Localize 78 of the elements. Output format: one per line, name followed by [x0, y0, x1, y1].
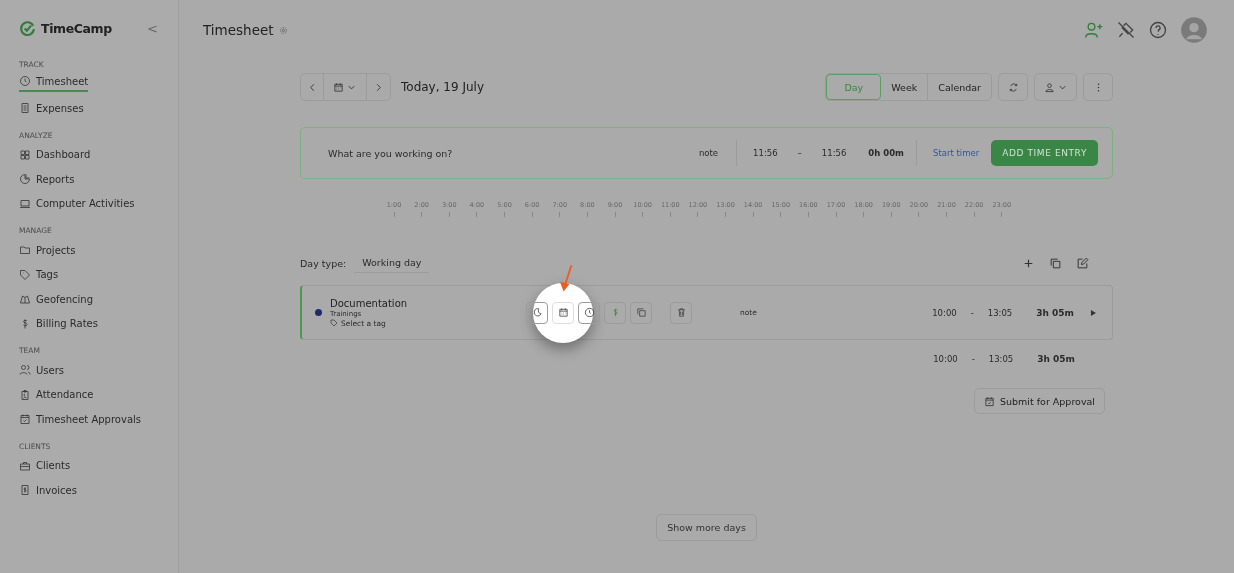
duration: 3h 05m — [1036, 307, 1074, 318]
duration: 0h 00m — [868, 148, 904, 158]
sidebar-item[interactable]: Timesheet — [19, 72, 89, 92]
edit-icon[interactable] — [1076, 256, 1089, 270]
task-name[interactable]: Documentation — [330, 297, 526, 309]
task-input[interactable]: What are you working on? — [326, 146, 687, 160]
play-icon[interactable] — [1088, 307, 1098, 318]
nav-icon — [19, 388, 31, 401]
nav-icon — [19, 484, 31, 497]
refresh-button[interactable] — [998, 73, 1028, 101]
time-dash: - — [970, 307, 974, 318]
sidebar-item[interactable]: Geofencing — [19, 287, 93, 312]
page-title: Timesheet — [203, 22, 274, 38]
copy-button[interactable] — [630, 301, 652, 324]
nav-icon — [19, 293, 31, 306]
nav-icon — [19, 173, 31, 186]
copy-icon[interactable] — [1049, 256, 1062, 270]
sidebar-item[interactable]: Expenses — [19, 96, 84, 121]
clock-icon — [583, 307, 595, 318]
logo-icon — [19, 19, 36, 37]
nav-icon — [19, 102, 31, 115]
sidebar-item[interactable]: Computer Activities — [19, 191, 135, 216]
view-tab[interactable]: Week — [881, 74, 929, 100]
nav-icon — [19, 148, 31, 161]
trash-button[interactable] — [670, 301, 692, 324]
day-type-select[interactable]: Working day — [354, 253, 430, 273]
sidebar-item[interactable]: Invoices — [19, 478, 77, 503]
nav-icon — [19, 459, 31, 472]
help-icon[interactable] — [1148, 20, 1168, 40]
calendar-icon — [557, 307, 569, 318]
nav-icon — [19, 75, 31, 87]
sidebar-item[interactable]: Attendance — [19, 382, 94, 407]
start-time[interactable]: 10:00 — [932, 307, 957, 318]
total-duration: 3h 05m — [1037, 354, 1075, 364]
sidebar-item[interactable]: Reports — [19, 167, 75, 192]
trash-icon — [675, 307, 687, 318]
end-time[interactable]: 13:05 — [987, 307, 1013, 318]
clock-button[interactable] — [578, 301, 600, 324]
avatar-icon[interactable] — [1180, 16, 1208, 44]
start-time[interactable]: 11:56 — [753, 148, 778, 158]
calendar-button[interactable] — [552, 301, 574, 324]
note-field[interactable]: note — [698, 148, 719, 158]
sidebar-item[interactable]: Tags — [19, 262, 59, 287]
time-dash: - — [971, 354, 975, 364]
add-user-icon[interactable] — [1084, 20, 1104, 40]
sidebar-item[interactable]: Users — [19, 358, 64, 383]
current-date: Today, 19 July — [401, 80, 484, 94]
time-dash: – — [797, 148, 802, 158]
nav-icon — [19, 244, 31, 257]
tag-icon — [330, 319, 338, 327]
settings-icon[interactable] — [278, 25, 288, 35]
user-icon — [1043, 81, 1055, 93]
calendar-check-icon — [984, 395, 996, 407]
total-end: 13:05 — [988, 354, 1014, 364]
day-type-label: Day type: — [300, 257, 347, 269]
app-logo: TimeCamp — [41, 20, 112, 36]
nav-icon — [19, 268, 31, 281]
copy-icon — [635, 307, 647, 318]
show-more-days-button[interactable]: Show more days — [656, 514, 757, 541]
sidebar-item[interactable]: Billing Rates — [19, 311, 98, 336]
sidebar-item[interactable]: Dashboard — [19, 142, 91, 167]
nav-icon — [19, 197, 31, 210]
sidebar-item[interactable]: Projects — [19, 238, 76, 263]
end-time[interactable]: 11:56 — [821, 148, 847, 158]
moon-icon — [531, 307, 543, 318]
user-filter-button[interactable] — [1034, 73, 1077, 101]
total-start: 10:00 — [933, 354, 958, 364]
refresh-icon — [1007, 81, 1019, 93]
pointer-arrow — [557, 263, 575, 294]
sidebar-item[interactable]: Timesheet Approvals — [19, 407, 141, 432]
calendar-icon — [333, 81, 344, 93]
nav-icon — [19, 413, 31, 426]
nav-icon — [19, 364, 31, 377]
plug-icon[interactable] — [1116, 20, 1136, 40]
add-time-entry-button[interactable]: ADD TIME ENTRY — [991, 140, 1098, 166]
sidebar-item[interactable]: Clients — [19, 453, 71, 478]
view-tab[interactable]: Calendar — [928, 74, 991, 100]
submit-for-approval-button[interactable]: Submit for Approval — [974, 388, 1105, 414]
